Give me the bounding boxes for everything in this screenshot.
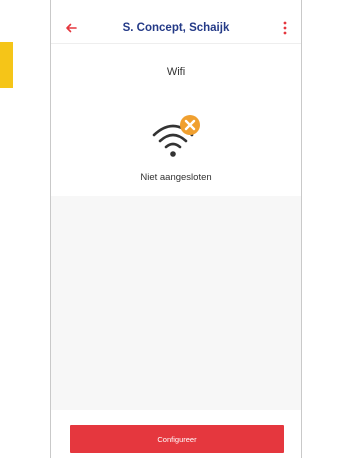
wifi-disconnected-icon [152,115,200,157]
configure-button[interactable]: Configureer [70,425,284,453]
side-tab [0,42,13,88]
header-title: S. Concept, Schaijk [122,22,230,34]
error-badge-icon [180,115,200,135]
back-button[interactable] [61,18,81,38]
more-vertical-icon [283,21,287,35]
page-title: Wifi [166,66,186,78]
app-header: S. Concept, Schaijk [51,14,301,44]
arrow-left-icon [66,23,77,33]
content-panel [51,196,301,410]
phone-screen: S. Concept, Schaijk Wifi Niet aangeslote… [50,0,302,458]
connection-status: Niet aangesloten [140,172,212,183]
more-menu-button[interactable] [277,18,293,38]
